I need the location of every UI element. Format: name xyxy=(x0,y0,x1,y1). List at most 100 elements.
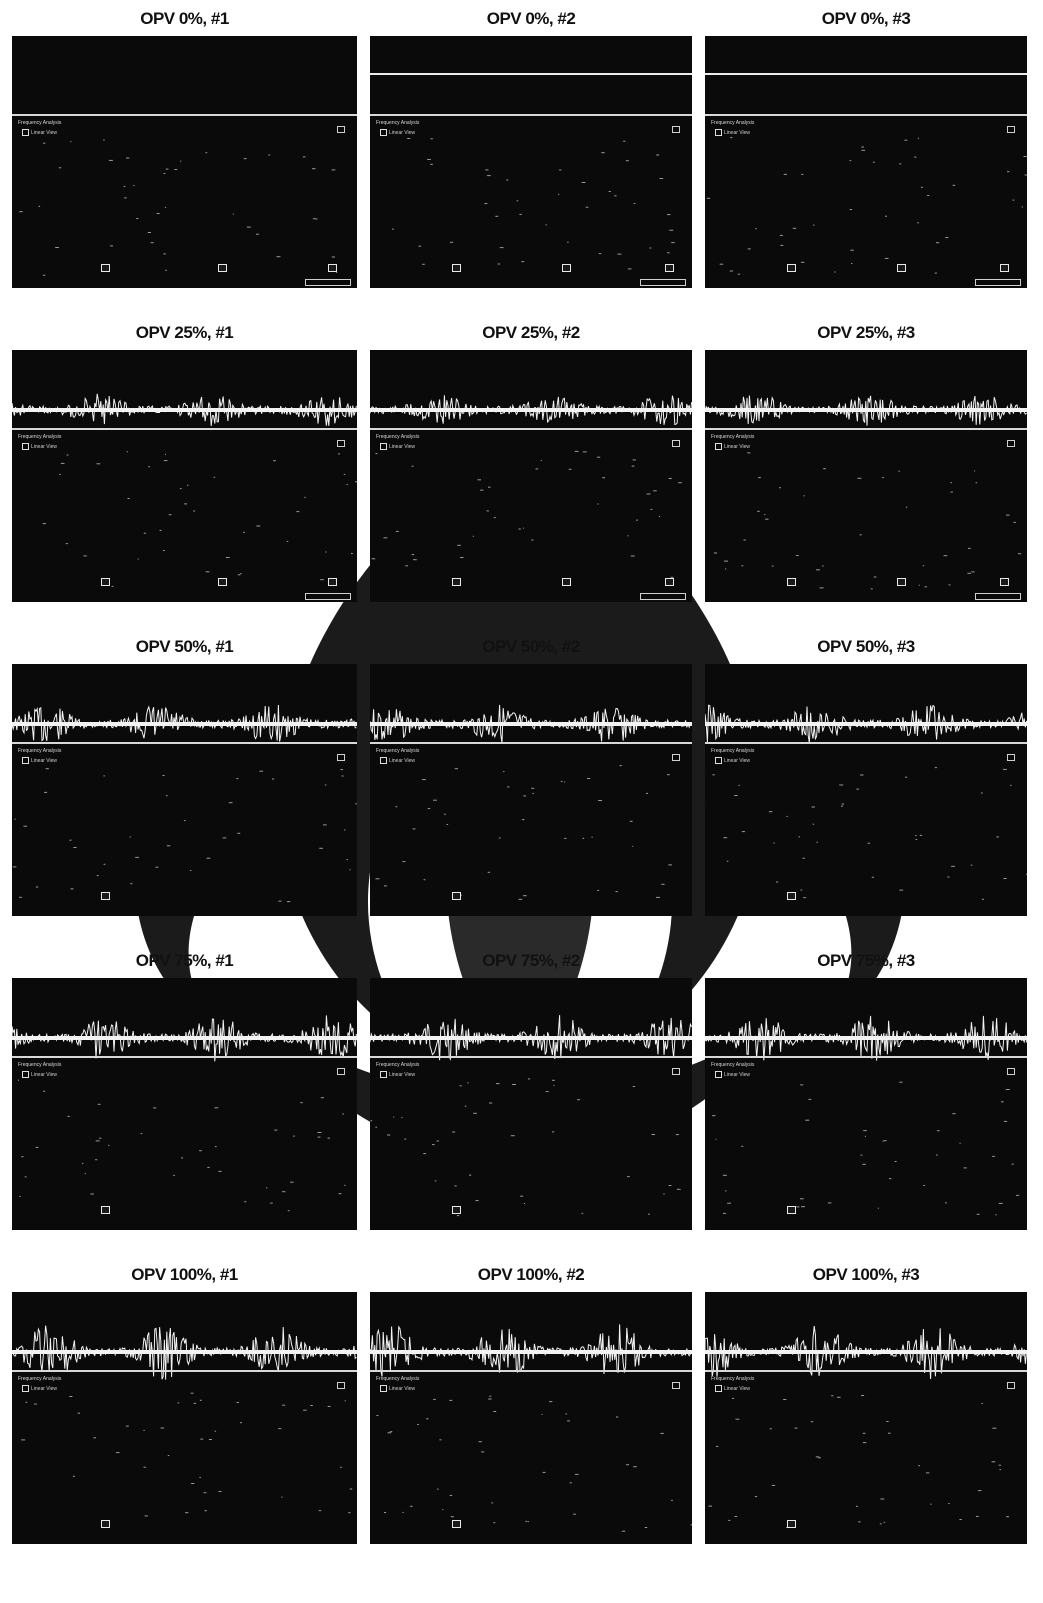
setting-button[interactable] xyxy=(101,578,110,586)
linear-view-label: Linear View xyxy=(389,757,416,764)
linear-view-checkbox[interactable]: Linear View xyxy=(380,1385,415,1392)
screenshot-cell: OPV 75%, #2 Frequency Analysis Linear View xyxy=(370,948,692,1262)
scale-field[interactable] xyxy=(1007,440,1015,447)
setting-button[interactable] xyxy=(787,1520,796,1528)
setting-button[interactable] xyxy=(452,578,461,586)
screenshot-caption: OPV 50%, #2 xyxy=(482,637,580,656)
linear-view-checkbox[interactable]: Linear View xyxy=(22,1385,57,1392)
setting-button[interactable] xyxy=(101,892,110,900)
screenshot-caption: OPV 0%, #1 xyxy=(140,9,229,28)
screenshot-caption: OPV 75%, #1 xyxy=(135,951,234,970)
setting-button[interactable] xyxy=(101,264,110,272)
waveform-trace xyxy=(705,1325,1027,1528)
checkbox-icon xyxy=(715,1385,722,1392)
setting-button[interactable] xyxy=(218,264,227,272)
linear-view-label: Linear View xyxy=(31,443,58,450)
checkbox-icon xyxy=(22,1385,29,1392)
panel-separator xyxy=(12,1056,357,1058)
oscilloscope-screen: Frequency Analysis Linear View xyxy=(370,978,692,1230)
linear-view-checkbox[interactable]: Linear View xyxy=(22,129,57,136)
panel-separator xyxy=(370,428,692,430)
waveform-trace xyxy=(705,73,1027,275)
linear-view-checkbox[interactable]: Linear View xyxy=(22,1071,57,1078)
scale-field[interactable] xyxy=(1007,126,1015,133)
setting-button[interactable] xyxy=(787,1206,796,1214)
scale-field[interactable] xyxy=(1007,1382,1015,1389)
linear-view-label: Linear View xyxy=(389,1385,416,1392)
linear-view-checkbox[interactable]: Linear View xyxy=(380,1071,415,1078)
frequency-analysis-label: Frequency Analysis xyxy=(711,434,755,440)
oscilloscope-screen: Frequency Analysis Linear View xyxy=(12,350,357,602)
linear-view-checkbox[interactable]: Linear View xyxy=(715,443,750,450)
scale-field[interactable] xyxy=(672,440,680,447)
screenshot-cell: OPV 25%, #3 Frequency Analysis Linear View xyxy=(705,320,1027,634)
panel-separator xyxy=(705,1370,1027,1372)
scale-field[interactable] xyxy=(337,1068,345,1075)
setting-button[interactable] xyxy=(665,578,674,586)
linear-view-checkbox[interactable]: Linear View xyxy=(715,1385,750,1392)
linear-view-checkbox[interactable]: Linear View xyxy=(380,757,415,764)
screenshot-caption: OPV 75%, #3 xyxy=(817,951,915,970)
ok-field[interactable] xyxy=(305,593,351,600)
scale-field[interactable] xyxy=(672,754,680,761)
scale-field[interactable] xyxy=(672,1382,680,1389)
setting-button[interactable] xyxy=(787,892,796,900)
screenshot-cell: OPV 75%, #3 Frequency Analysis Linear View xyxy=(705,948,1027,1262)
screenshot-caption: OPV 25%, #2 xyxy=(482,323,580,342)
linear-view-checkbox[interactable]: Linear View xyxy=(715,129,750,136)
scale-field[interactable] xyxy=(1007,1068,1015,1075)
setting-button[interactable] xyxy=(787,578,796,586)
setting-button[interactable] xyxy=(218,578,227,586)
scale-field[interactable] xyxy=(337,126,345,133)
setting-button[interactable] xyxy=(452,1520,461,1528)
oscilloscope-screen: Frequency Analysis Linear View xyxy=(370,350,692,602)
setting-button[interactable] xyxy=(101,1206,110,1214)
setting-button[interactable] xyxy=(1000,264,1009,272)
ok-field[interactable] xyxy=(975,279,1021,286)
scale-field[interactable] xyxy=(337,754,345,761)
frequency-analysis-label: Frequency Analysis xyxy=(711,1376,755,1382)
setting-button[interactable] xyxy=(665,264,674,272)
scale-field[interactable] xyxy=(337,440,345,447)
setting-button[interactable] xyxy=(562,264,571,272)
scale-field[interactable] xyxy=(337,1382,345,1389)
setting-button[interactable] xyxy=(562,578,571,586)
linear-view-checkbox[interactable]: Linear View xyxy=(22,443,57,450)
screenshot-caption: OPV 0%, #2 xyxy=(486,9,576,28)
setting-button[interactable] xyxy=(328,578,337,586)
setting-button[interactable] xyxy=(897,578,906,586)
waveform-trace xyxy=(370,1324,692,1532)
linear-view-checkbox[interactable]: Linear View xyxy=(715,757,750,764)
setting-button[interactable] xyxy=(787,264,796,272)
scale-field[interactable] xyxy=(1007,754,1015,761)
waveform-trace xyxy=(12,393,357,587)
ok-field[interactable] xyxy=(640,593,686,600)
ok-field[interactable] xyxy=(640,279,686,286)
screenshot-cell: OPV 25%, #2 Frequency Analysis Linear View xyxy=(370,320,692,634)
scale-field[interactable] xyxy=(672,126,680,133)
screenshot-caption: OPV 50%, #1 xyxy=(135,637,234,656)
setting-button[interactable] xyxy=(452,892,461,900)
ok-field[interactable] xyxy=(975,593,1021,600)
waveform-trace xyxy=(370,395,692,586)
screenshot-cell: OPV 50%, #3 Frequency Analysis Linear View xyxy=(705,634,1027,948)
linear-view-checkbox[interactable]: Linear View xyxy=(715,1071,750,1078)
waveform-trace xyxy=(705,704,1027,900)
scale-field[interactable] xyxy=(672,1068,680,1075)
setting-button[interactable] xyxy=(452,264,461,272)
linear-view-label: Linear View xyxy=(31,1385,58,1392)
setting-button[interactable] xyxy=(452,1206,461,1214)
screenshot-cell: OPV 0%, #2 Frequency Analysis Linear View xyxy=(370,6,692,320)
waveform-trace xyxy=(370,73,692,270)
ok-field[interactable] xyxy=(305,279,351,286)
setting-button[interactable] xyxy=(897,264,906,272)
linear-view-checkbox[interactable]: Linear View xyxy=(22,757,57,764)
setting-button[interactable] xyxy=(1000,578,1009,586)
setting-button[interactable] xyxy=(101,1520,110,1528)
linear-view-checkbox[interactable]: Linear View xyxy=(380,129,415,136)
linear-view-checkbox[interactable]: Linear View xyxy=(380,443,415,450)
waveform-trace xyxy=(705,1015,1027,1216)
waveform-trace xyxy=(12,704,357,903)
checkbox-icon xyxy=(380,1385,387,1392)
setting-button[interactable] xyxy=(328,264,337,272)
